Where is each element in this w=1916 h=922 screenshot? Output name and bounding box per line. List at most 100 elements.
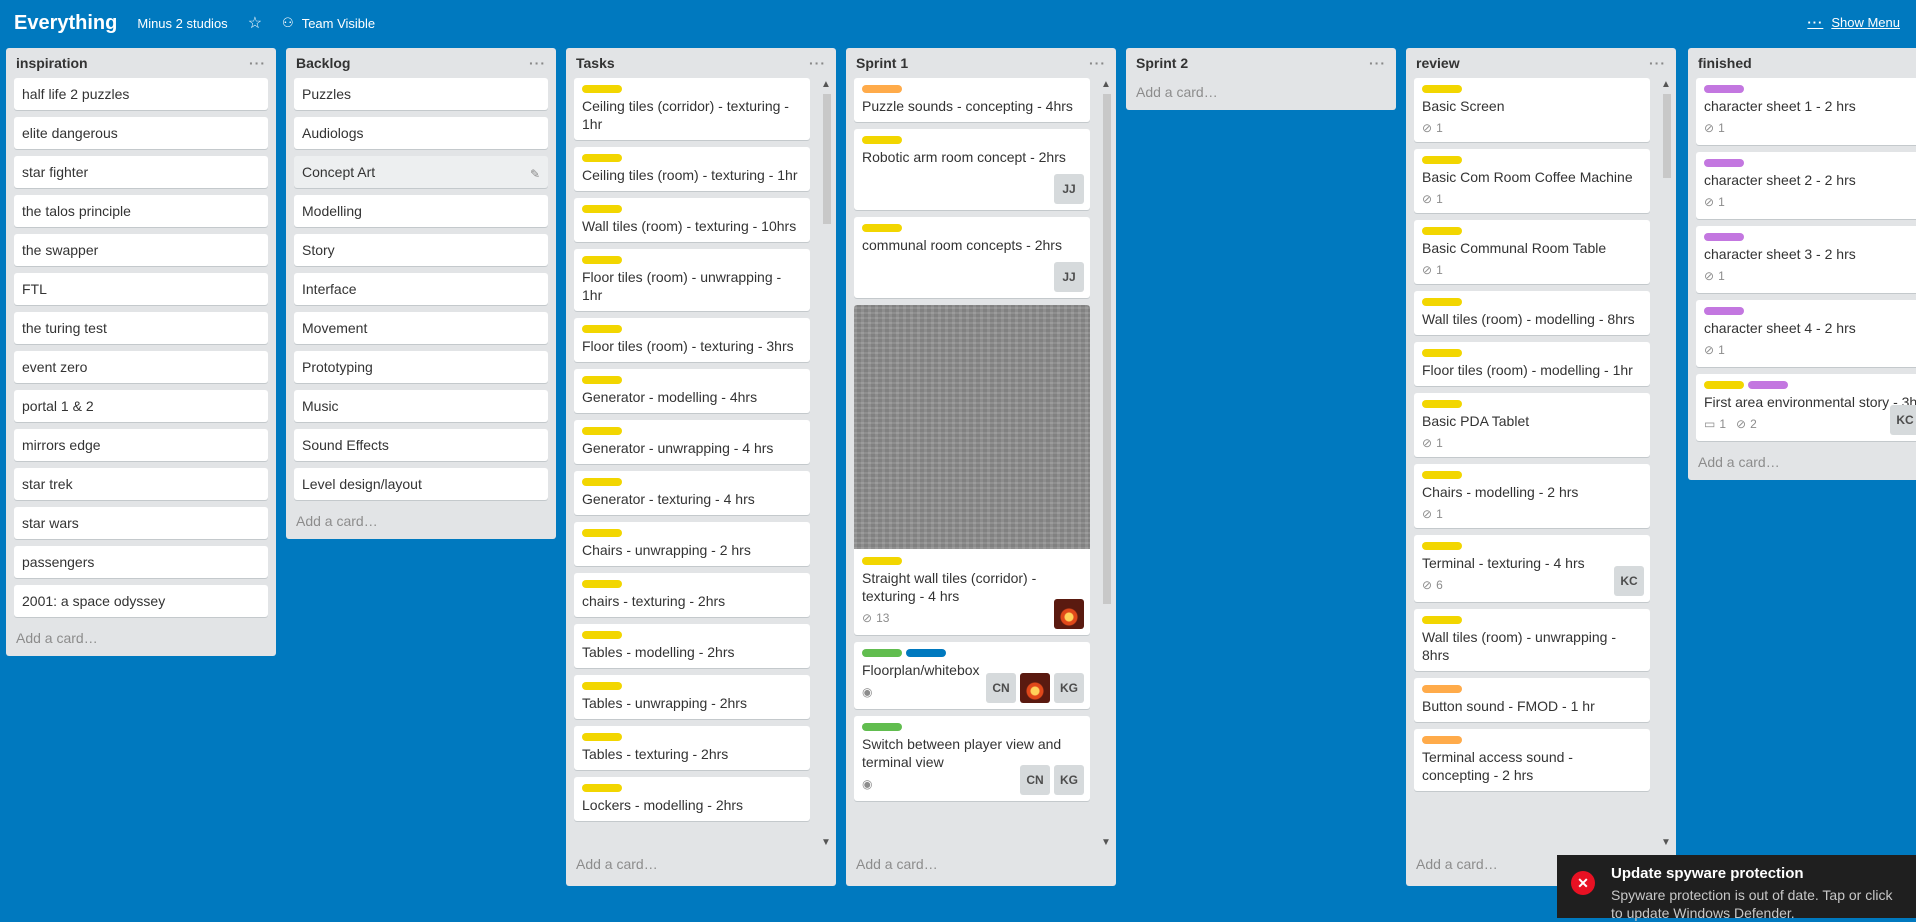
list-title[interactable]: Sprint 1 [856,55,908,71]
add-card-button[interactable]: Add a card… [6,624,276,656]
list-card[interactable]: portal 1 & 2 [14,390,268,422]
list-card[interactable]: Ceiling tiles (corridor) - texturing - 1… [574,78,810,140]
scroll-down-icon[interactable]: ▼ [820,836,832,850]
member-avatar[interactable]: CN [1020,765,1050,795]
scroll-thumb[interactable] [823,94,831,224]
list-card[interactable]: Basic Communal Room Table ⊘ 1 [1414,220,1650,284]
list-card[interactable]: communal room concepts - 2hrs JJ [854,217,1090,298]
list-card[interactable]: Basic Screen ⊘ 1 [1414,78,1650,142]
list-card[interactable]: Chairs - unwrapping - 2 hrs [574,522,810,566]
list-card[interactable]: Tables - modelling - 2hrs [574,624,810,668]
list-card[interactable]: Movement [294,312,548,344]
list-card[interactable]: Floor tiles (room) - unwrapping - 1hr [574,249,810,311]
member-avatar[interactable]: KC [1890,405,1916,435]
list-card[interactable]: Puzzles [294,78,548,110]
list-card[interactable]: 2001: a space odyssey [14,585,268,617]
list-card[interactable]: character sheet 2 - 2 hrs ⊘ 1 [1696,152,1916,219]
list-card[interactable]: Audiologs [294,117,548,149]
list-menu-icon[interactable]: ··· [529,55,546,71]
member-avatar-image[interactable] [1020,673,1050,703]
list-card[interactable]: Generator - unwrapping - 4 hrs [574,420,810,464]
list-menu-icon[interactable]: ··· [809,55,826,71]
list-card[interactable]: Basic Com Room Coffee Machine ⊘ 1 [1414,149,1650,213]
list-card[interactable]: Level design/layout [294,468,548,500]
add-card-button[interactable]: Add a card… [566,850,836,882]
list-card[interactable]: Terminal - texturing - 4 hrs ⊘ 6 KC [1414,535,1650,602]
list-card[interactable]: Puzzle sounds - concepting - 4hrs [854,78,1090,122]
list-card[interactable]: star fighter [14,156,268,188]
visibility-button[interactable]: ⚇ Team Visible [282,15,375,31]
list-card[interactable]: Switch between player view and terminal … [854,716,1090,801]
list-card[interactable]: Concept Art ✎ [294,156,548,188]
member-avatar[interactable]: JJ [1054,262,1084,292]
list-card[interactable]: First area environmental story - 3h ▭ 1 ⊘ 2 K… [1696,374,1916,441]
list-card[interactable]: FTL [14,273,268,305]
list-card[interactable]: Robotic arm room concept - 2hrs JJ [854,129,1090,210]
list-card[interactable]: Prototyping [294,351,548,383]
list-card[interactable]: character sheet 4 - 2 hrs ⊘ 1 [1696,300,1916,367]
scroll-thumb[interactable] [1103,94,1111,604]
list-card[interactable]: star wars [14,507,268,539]
scroll-down-icon[interactable]: ▼ [1660,836,1672,850]
list-card[interactable]: Interface [294,273,548,305]
list-card[interactable]: the talos principle [14,195,268,227]
add-card-button[interactable]: Add a card… [846,850,1116,882]
list-card[interactable]: Floorplan/whitebox ◉ CN KG [854,642,1090,709]
list-card[interactable]: Wall tiles (room) - texturing - 10hrs [574,198,810,242]
list-card[interactable]: character sheet 3 - 2 hrs ⊘ 1 [1696,226,1916,293]
list-card[interactable]: elite dangerous [14,117,268,149]
list-menu-icon[interactable]: ··· [1369,55,1386,71]
list-card[interactable]: Generator - modelling - 4hrs [574,369,810,413]
scroll-thumb[interactable] [1663,94,1671,178]
list-card[interactable]: Sound Effects [294,429,548,461]
list-card[interactable]: Generator - texturing - 4 hrs [574,471,810,515]
list-menu-icon[interactable]: ··· [249,55,266,71]
list-card[interactable]: Lockers - modelling - 2hrs [574,777,810,821]
defender-toast-notification[interactable]: ✕ Update spyware protection Spyware prot… [1557,855,1916,921]
member-avatar[interactable]: JJ [1054,174,1084,204]
member-avatar[interactable]: CN [986,673,1016,703]
scroll-down-icon[interactable]: ▼ [1100,836,1112,850]
list-card[interactable]: Tables - unwrapping - 2hrs [574,675,810,719]
edit-pencil-icon[interactable]: ✎ [530,165,540,183]
list-card[interactable]: the swapper [14,234,268,266]
list-title[interactable]: Backlog [296,55,350,71]
list-title[interactable]: inspiration [16,55,88,71]
member-avatar[interactable]: KG [1054,673,1084,703]
list-scrollbar[interactable]: ▲ ▼ [1660,78,1672,850]
star-icon[interactable]: ☆ [248,13,262,33]
list-card[interactable]: character sheet 1 - 2 hrs ⊘ 1 [1696,78,1916,145]
list-card[interactable]: mirrors edge [14,429,268,461]
team-name[interactable]: Minus 2 studios [137,16,227,31]
list-title[interactable]: Tasks [576,55,615,71]
list-menu-icon[interactable]: ··· [1089,55,1106,71]
add-card-button[interactable]: Add a card… [1126,78,1396,110]
board-title[interactable]: Everything [14,12,117,35]
member-avatar[interactable]: KC [1614,566,1644,596]
list-card[interactable]: Wall tiles (room) - modelling - 8hrs [1414,291,1650,335]
add-card-button[interactable]: Add a card… [286,507,556,539]
list-card[interactable]: Story [294,234,548,266]
list-card[interactable]: passengers [14,546,268,578]
member-avatar[interactable]: KG [1054,765,1084,795]
list-card[interactable]: chairs - texturing - 2hrs [574,573,810,617]
member-avatar-image[interactable] [1054,599,1084,629]
list-scrollbar[interactable]: ▲ ▼ [1100,78,1112,850]
list-card[interactable]: Wall tiles (room) - unwrapping - 8hrs [1414,609,1650,671]
show-menu-button[interactable]: ··· Show Menu [1807,15,1900,30]
list-card[interactable]: event zero [14,351,268,383]
list-card[interactable]: Floor tiles (room) - modelling - 1hr [1414,342,1650,386]
scroll-up-icon[interactable]: ▲ [1660,78,1672,92]
list-card[interactable]: half life 2 puzzles [14,78,268,110]
list-card[interactable]: Modelling [294,195,548,227]
list-card[interactable]: Ceiling tiles (room) - texturing - 1hr [574,147,810,191]
list-title[interactable]: finished [1698,55,1752,71]
list-title[interactable]: review [1416,55,1460,71]
list-card[interactable]: Button sound - FMOD - 1 hr [1414,678,1650,722]
list-menu-icon[interactable]: ··· [1649,55,1666,71]
list-card[interactable]: Floor tiles (room) - texturing - 3hrs [574,318,810,362]
list-card[interactable]: Terminal access sound - concepting - 2 h… [1414,729,1650,791]
list-title[interactable]: Sprint 2 [1136,55,1188,71]
list-card[interactable]: Basic PDA Tablet ⊘ 1 [1414,393,1650,457]
list-card[interactable]: Tables - texturing - 2hrs [574,726,810,770]
